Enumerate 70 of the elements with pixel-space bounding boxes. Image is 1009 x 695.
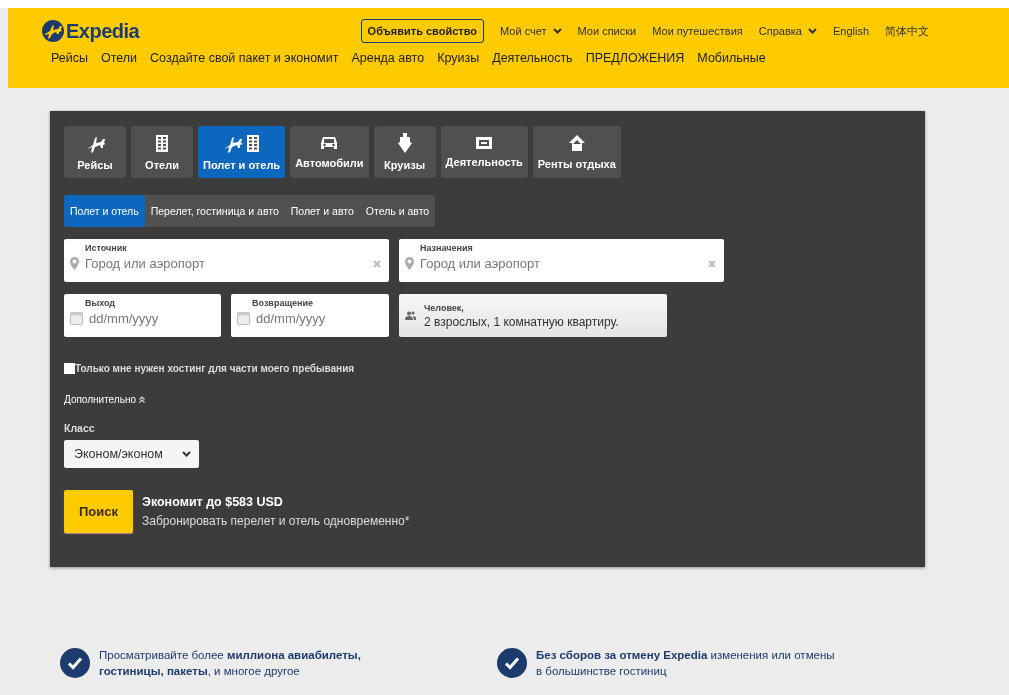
product-tab[interactable]: Круизы bbox=[373, 126, 436, 178]
calendar-icon[interactable] bbox=[237, 312, 250, 325]
product-tab[interactable]: Полет и отель bbox=[198, 126, 286, 178]
input-field[interactable]: Назначения Город или аэропорт bbox=[399, 239, 724, 282]
class-select[interactable]: Эконом/эконом bbox=[64, 440, 199, 468]
nav-link[interactable]: Рейсы bbox=[51, 51, 88, 65]
header-link[interactable]: 简体中文 bbox=[885, 23, 929, 39]
field-label: Выход bbox=[84, 298, 117, 308]
nav-link[interactable]: Деятельность bbox=[492, 51, 573, 65]
product-tab[interactable]: Автомобили bbox=[290, 126, 369, 178]
product-tab[interactable]: Рейсы bbox=[64, 126, 126, 178]
clear-icon[interactable] bbox=[708, 259, 716, 268]
house-icon bbox=[567, 134, 586, 152]
product-tab[interactable]: Отели bbox=[131, 126, 193, 178]
text-input[interactable]: Город или аэропорт bbox=[85, 256, 367, 271]
nav-link[interactable]: Создайте свой пакет и экономит bbox=[150, 51, 339, 65]
savings-title: Экономит до $583 USD bbox=[142, 495, 284, 509]
location-pin-icon bbox=[70, 257, 79, 270]
checkbox[interactable] bbox=[64, 363, 75, 374]
input-field[interactable]: Возвращение dd/mm/yyyy bbox=[231, 294, 389, 337]
package-tab[interactable]: Полет и отель bbox=[64, 195, 145, 227]
class-label: Класс bbox=[64, 422, 96, 434]
field-label: Возвращение bbox=[251, 298, 314, 308]
nav-link[interactable]: Круизы bbox=[437, 51, 480, 65]
package-tab[interactable]: Перелет, гостиница и авто bbox=[144, 195, 285, 227]
globe-plane-icon bbox=[42, 20, 64, 42]
product-tab[interactable]: Ренты отдыха bbox=[532, 126, 621, 178]
header-link[interactable]: Мои списки bbox=[577, 25, 637, 37]
feature-text: Без сборов за отмену Expedia изменения или отмены в большинстве гостиниц bbox=[536, 648, 836, 679]
nav-link[interactable]: Отели bbox=[100, 51, 138, 65]
nav-link[interactable]: ПРЕДЛОЖЕНИЯ bbox=[585, 51, 685, 65]
travelers-value: 2 взрослых, 1 комнатную квартиру. bbox=[424, 314, 619, 329]
caret-icon bbox=[182, 451, 191, 457]
check-circle-icon bbox=[60, 648, 90, 678]
clear-icon[interactable] bbox=[373, 259, 381, 268]
nav-link[interactable]: Мобильные bbox=[697, 51, 766, 65]
ticket-icon bbox=[475, 136, 494, 150]
header-link[interactable]: English bbox=[832, 25, 869, 37]
check-circle-icon bbox=[497, 648, 527, 678]
chevron-up-icon bbox=[139, 396, 145, 403]
text-input[interactable]: Город или аэропорт bbox=[420, 256, 702, 271]
travelers-field[interactable]: Человек, 2 взрослых, 1 комнатную квартиру. bbox=[399, 294, 667, 337]
savings-subtitle: Забронировать перелет и отель одновременно* bbox=[142, 514, 410, 528]
text-input[interactable]: dd/mm/yyyy bbox=[89, 311, 213, 326]
field-label: Источник bbox=[84, 243, 128, 253]
nav-link[interactable]: Аренда авто bbox=[351, 51, 425, 65]
feature-text: Просматривайте более миллиона авиабилеты, гостиницы, пакеты, и многое другое bbox=[99, 648, 362, 679]
package-tab[interactable]: Отель и авто bbox=[359, 195, 436, 227]
package-tab[interactable]: Полет и авто bbox=[284, 195, 360, 227]
input-field[interactable]: Выход dd/mm/yyyy bbox=[64, 294, 221, 337]
list-property-button[interactable]: Объявить свойство bbox=[360, 19, 485, 43]
field-label: Назначения bbox=[419, 243, 474, 253]
input-field[interactable]: Источник Город или аэропорт bbox=[64, 239, 389, 282]
location-pin-icon bbox=[405, 257, 414, 270]
search-button[interactable]: Поиск bbox=[64, 490, 133, 533]
product-tab[interactable]: Деятельность bbox=[440, 126, 528, 178]
calendar-icon[interactable] bbox=[70, 312, 83, 325]
header-link[interactable]: Мои путешествия bbox=[652, 25, 743, 37]
building-icon bbox=[153, 133, 171, 153]
field-label: Человек, bbox=[424, 302, 465, 313]
logo[interactable]: Expedia bbox=[66, 19, 140, 43]
advanced-toggle[interactable]: Дополнительно bbox=[64, 394, 145, 405]
car-icon bbox=[320, 135, 339, 151]
header-link[interactable]: Справка bbox=[758, 25, 817, 37]
text-input[interactable]: dd/mm/yyyy bbox=[256, 311, 381, 326]
header-link[interactable]: Мой счет bbox=[500, 25, 562, 37]
caret-icon bbox=[807, 28, 817, 34]
caret-icon bbox=[552, 28, 562, 34]
people-icon bbox=[405, 311, 416, 320]
checkbox-label: Только мне нужен хостинг для части моего пребывания bbox=[75, 363, 355, 374]
